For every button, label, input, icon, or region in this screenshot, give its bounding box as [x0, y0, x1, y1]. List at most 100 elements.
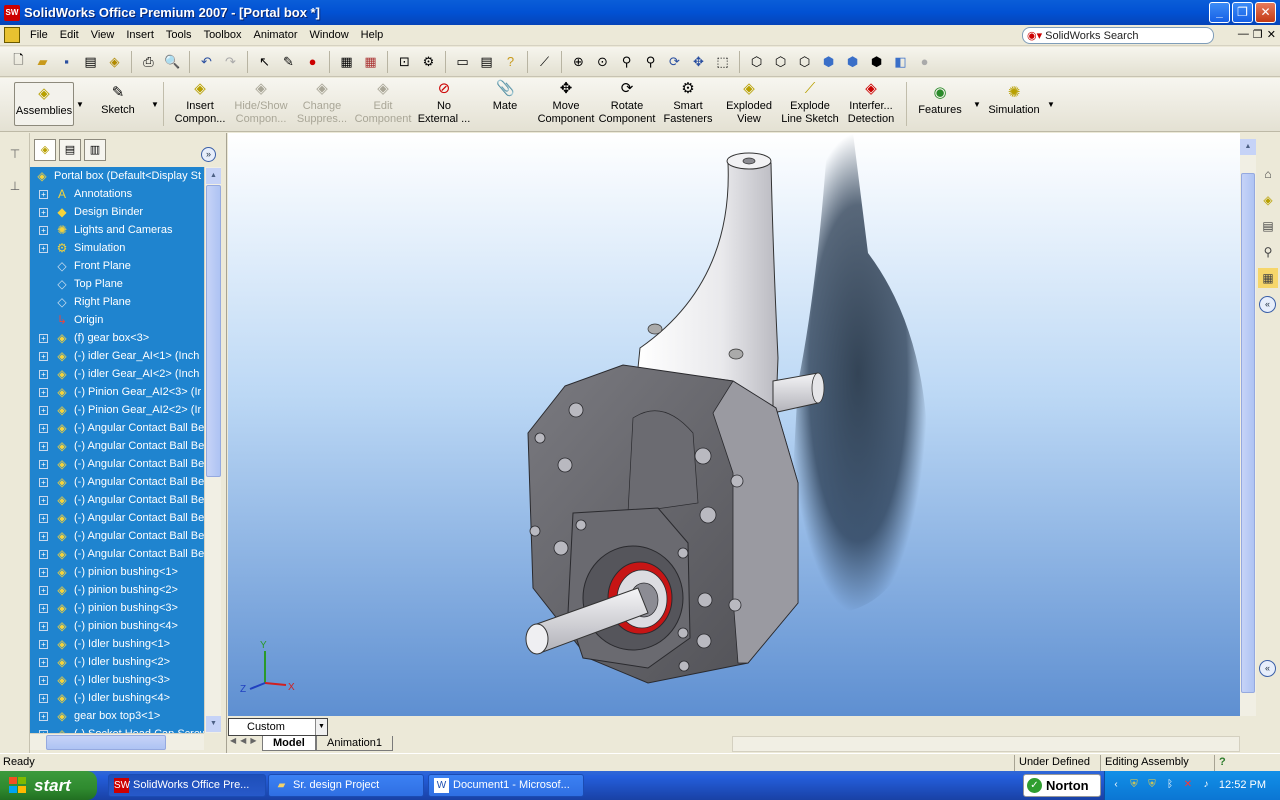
tree-item[interactable]: + ◈ (-) Angular Contact Ball Bea — [30, 509, 204, 527]
tree-item[interactable]: + ⚙ Simulation — [30, 239, 204, 257]
search-box[interactable]: ◉▾ SolidWorks Search — [1022, 27, 1214, 44]
zoom-fit-icon[interactable]: ⊕ — [568, 51, 589, 72]
options-icon[interactable]: ▦ — [360, 51, 381, 72]
scroll-up-icon[interactable]: ▲ — [206, 168, 221, 184]
exploded-view-button[interactable]: ◈ Exploded View — [719, 78, 779, 126]
rebuild-icon[interactable]: ● — [302, 51, 323, 72]
expand-icon[interactable]: + — [39, 406, 48, 415]
minimize-button[interactable]: _ — [1209, 2, 1230, 23]
tree-item[interactable]: + ◈ (-) pinion bushing<2> — [30, 581, 204, 599]
tab-model[interactable]: Model — [262, 736, 316, 751]
bluetooth-icon[interactable]: ᛒ — [1163, 778, 1177, 792]
tree-item[interactable]: + ◈ (-) pinion bushing<4> — [30, 617, 204, 635]
expand-icon[interactable]: + — [39, 370, 48, 379]
tree-item[interactable]: + ◈ (f) gear box<3> — [30, 329, 204, 347]
edit-component-button[interactable]: ◈ Edit Component — [353, 78, 413, 126]
change-suppression-button[interactable]: ◈ Change Suppres... — [292, 78, 352, 126]
expand-icon[interactable]: + — [39, 208, 48, 217]
scroll-thumb[interactable] — [46, 735, 166, 750]
realview-icon[interactable]: ● — [914, 51, 935, 72]
expand-icon[interactable]: + — [39, 568, 48, 577]
tree-item[interactable]: + ◈ (-) pinion bushing<3> — [30, 599, 204, 617]
expand-icon[interactable]: + — [39, 694, 48, 703]
document-icon[interactable] — [4, 27, 20, 43]
sketch-tab[interactable]: ✎ Sketch — [90, 82, 146, 130]
tree-root[interactable]: ◈ Portal box (Default<Display St — [30, 167, 204, 185]
sketch-tools-icon[interactable]: ⊥ — [6, 179, 24, 197]
scroll-down-icon[interactable]: ▼ — [206, 716, 221, 732]
expand-icon[interactable]: + — [39, 190, 48, 199]
mate-button[interactable]: 📎 Mate — [475, 78, 535, 126]
expand-icon[interactable]: + — [39, 658, 48, 667]
expand-icon[interactable]: + — [39, 460, 48, 469]
tree-item[interactable]: + ◈ (-) Idler bushing<3> — [30, 671, 204, 689]
first-tab-icon[interactable]: ◀ — [230, 736, 236, 750]
wireframe-icon[interactable]: ⬡ — [746, 51, 767, 72]
property-manager-tab-icon[interactable]: ▤ — [59, 139, 81, 161]
tab-animation1[interactable]: Animation1 — [316, 736, 394, 751]
hidden-lines-removed-icon[interactable]: ⬡ — [794, 51, 815, 72]
zoom-area-icon[interactable]: ⊙ — [592, 51, 613, 72]
make-drawing-icon[interactable]: ▤ — [80, 51, 101, 72]
search-icon[interactable]: ⚲ — [1258, 242, 1278, 262]
edit-sketch-icon[interactable]: ✎ — [278, 51, 299, 72]
expand-icon[interactable]: + — [39, 244, 48, 253]
menu-view[interactable]: View — [85, 25, 121, 46]
shaded-with-edges-icon[interactable]: ⬢ — [818, 51, 839, 72]
graphics-area[interactable]: Y X Z — [228, 133, 1240, 716]
expand-pane-icon[interactable]: « — [1259, 660, 1276, 677]
menu-toolbox[interactable]: Toolbox — [198, 25, 248, 46]
maximize-button[interactable]: ❐ — [1232, 2, 1253, 23]
simulation-dropdown-icon[interactable]: ▼ — [1047, 100, 1055, 109]
tree-item[interactable]: + ◈ (-) Pinion Gear_AI2<3> (Ir — [30, 383, 204, 401]
expand-icon[interactable]: + — [39, 442, 48, 451]
file-explorer-icon[interactable]: ▤ — [476, 51, 497, 72]
taskbar-solidworks[interactable]: SW SolidWorks Office Pre... — [108, 774, 266, 797]
expand-icon[interactable]: + — [39, 676, 48, 685]
expand-icon[interactable]: + — [39, 424, 48, 433]
tree-item[interactable]: + ◈ (-) Angular Contact Ball Bea — [30, 419, 204, 437]
features-tab[interactable]: ◉ Features — [912, 82, 968, 130]
taskbar-folder[interactable]: ▰ Sr. design Project — [268, 774, 424, 797]
tree-item[interactable]: + A Annotations — [30, 185, 204, 203]
assemblies-tab[interactable]: ◈ Assemblies — [14, 82, 74, 126]
sketch-dropdown-icon[interactable]: ▼ — [151, 100, 159, 109]
expand-icon[interactable]: + — [39, 550, 48, 559]
expand-panel-icon[interactable]: » — [201, 147, 216, 162]
scroll-up-icon[interactable]: ▲ — [1240, 139, 1256, 155]
model-canvas[interactable]: Y X Z — [228, 133, 1240, 716]
toolbox-icon[interactable]: ⚙ — [418, 51, 439, 72]
expand-icon[interactable]: + — [39, 604, 48, 613]
expand-icon[interactable]: + — [39, 334, 48, 343]
smart-fasteners-button[interactable]: ⚙ Smart Fasteners — [658, 78, 718, 126]
section-view-icon[interactable]: ◧ — [890, 51, 911, 72]
expand-icon[interactable]: + — [39, 622, 48, 631]
make-assembly-icon[interactable]: ◈ — [104, 51, 125, 72]
view-palette-icon[interactable]: ▦ — [1258, 268, 1278, 288]
sw-logo-icon[interactable]: SW — [4, 4, 20, 21]
tree-item[interactable]: + ◈ (-) Idler bushing<4> — [30, 689, 204, 707]
snapshot-icon[interactable]: ⊡ — [394, 51, 415, 72]
hidden-lines-visible-icon[interactable]: ⬡ — [770, 51, 791, 72]
status-help-icon[interactable]: ? — [1214, 755, 1244, 771]
grid-icon[interactable]: ▦ — [336, 51, 357, 72]
home-icon[interactable]: ⌂ — [1258, 164, 1278, 184]
security-icon[interactable]: ⛨ — [1145, 778, 1159, 792]
tree-item[interactable]: + ◈ (-) idler Gear_AI<1> (Inch — [30, 347, 204, 365]
menu-tools[interactable]: Tools — [160, 25, 198, 46]
menu-help[interactable]: Help — [355, 25, 390, 46]
expand-icon[interactable]: + — [39, 478, 48, 487]
expand-icon[interactable]: + — [39, 496, 48, 505]
measure-icon[interactable]: ⟋ — [534, 51, 555, 72]
zoom-in-out-icon[interactable]: ⚲ — [616, 51, 637, 72]
norton-button[interactable]: ✓ Norton — [1023, 774, 1101, 797]
tree-item[interactable]: + ◆ Design Binder — [30, 203, 204, 221]
zoom-selection-icon[interactable]: ⚲ — [640, 51, 661, 72]
simulation-tab[interactable]: ✺ Simulation — [986, 82, 1042, 130]
viewport-vertical-scrollbar[interactable]: ▲ ▼ — [1240, 139, 1256, 735]
menu-animator[interactable]: Animator — [247, 25, 303, 46]
tree-item[interactable]: + ◈ (-) Angular Contact Ball Bea — [30, 455, 204, 473]
expand-icon[interactable]: + — [39, 352, 48, 361]
sketch-relations-icon[interactable]: ⊤ — [6, 147, 24, 165]
save-icon[interactable]: ▪ — [56, 51, 77, 72]
